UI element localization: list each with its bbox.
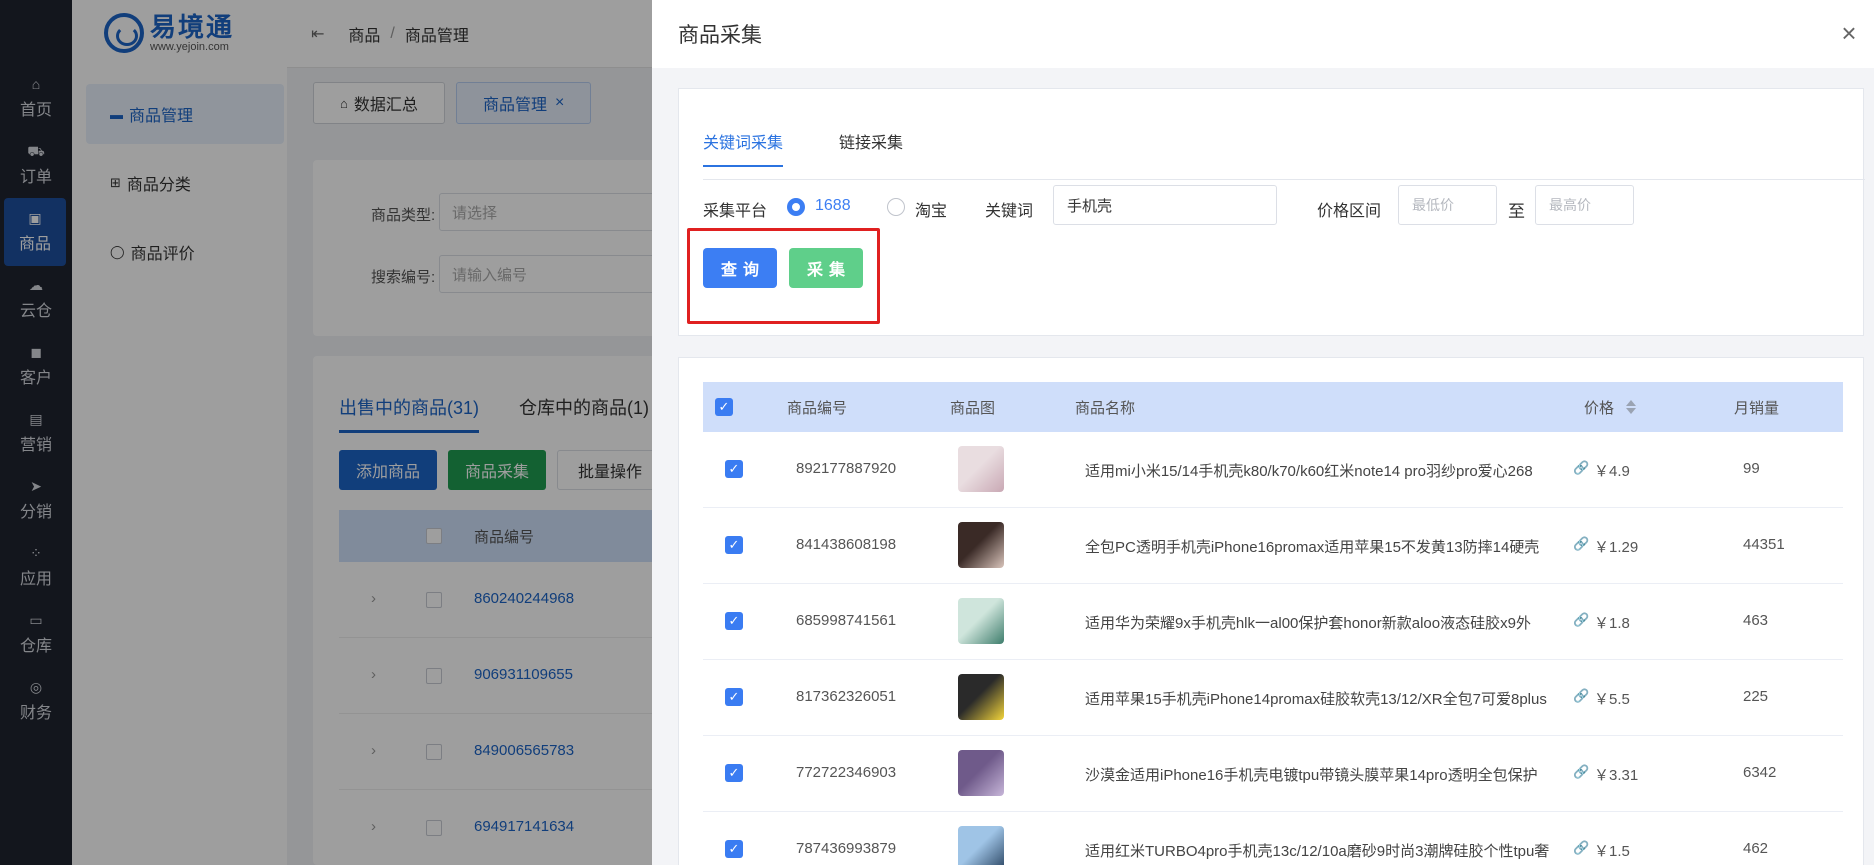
row-checkbox[interactable]: ✓ [725, 840, 743, 858]
max-price-input[interactable]: 最高价 [1535, 185, 1634, 225]
link-icon[interactable]: 🔗 [1573, 460, 1589, 476]
radio-taobao-label[interactable]: 淘宝 [915, 197, 947, 221]
close-icon[interactable]: × [1836, 20, 1862, 46]
product-thumbnail [958, 826, 1004, 865]
product-price: ￥1.29 [1594, 539, 1639, 556]
monthly-sales: 6342 [1743, 764, 1777, 781]
to-label: 至 [1508, 202, 1525, 221]
product-code: 685998741561 [796, 612, 897, 629]
keyword-label: 关键词 [985, 203, 1034, 220]
monthly-sales: 44351 [1743, 536, 1785, 553]
monthly-sales: 99 [1743, 460, 1760, 477]
table-row: ✓ 787436993879 适用红米TURBO4pro手机壳13c/12/10a磨… [703, 812, 1843, 865]
min-price-input[interactable]: 最低价 [1398, 185, 1497, 225]
product-price: ￥4.9 [1594, 463, 1630, 480]
monthly-sales: 225 [1743, 688, 1769, 705]
table-row: ✓ 772722346903 沙漠金适用iPhone16手机壳电镀tpu带镜头膜苹果… [703, 736, 1843, 812]
link-icon[interactable]: 🔗 [1573, 688, 1589, 704]
product-code: 817362326051 [796, 688, 897, 705]
radio-1688[interactable] [787, 198, 805, 216]
table-row: ✓ 892177887920 适用mi小米15/14手机壳k80/k70/k60红米… [703, 432, 1843, 508]
radio-1688-label[interactable]: 1688 [815, 197, 851, 215]
product-price: ￥1.5 [1594, 843, 1630, 860]
platform-label: 采集平台 [703, 203, 768, 220]
highlight-box [687, 228, 880, 324]
product-name: 全包PC透明手机壳iPhone16promax适用苹果15不发黄13防摔14硬壳 [1085, 539, 1540, 556]
drawer-header: 商品采集 × [652, 0, 1874, 68]
product-thumbnail [958, 674, 1004, 720]
product-name: 适用苹果15手机壳iPhone14promax硅胶软壳13/12/XR全包7可爱… [1085, 691, 1547, 708]
product-code: 841438608198 [796, 536, 897, 553]
table-row: ✓ 817362326051 适用苹果15手机壳iPhone14promax硅胶软壳… [703, 660, 1843, 736]
select-all-checkbox[interactable]: ✓ [715, 398, 733, 416]
link-icon[interactable]: 🔗 [1573, 764, 1589, 780]
product-thumbnail [958, 446, 1004, 492]
radio-taobao[interactable] [887, 198, 905, 216]
drawer-title: 商品采集 [678, 24, 762, 47]
row-checkbox[interactable]: ✓ [725, 536, 743, 554]
product-name: 适用mi小米15/14手机壳k80/k70/k60红米note14 pro羽纱p… [1085, 463, 1533, 480]
col-code: 商品编号 [787, 400, 848, 417]
keyword-input[interactable]: 手机壳 [1053, 185, 1277, 225]
product-name: 适用红米TURBO4pro手机壳13c/12/10a磨砂9时尚3潮牌硅胶个性tp… [1085, 843, 1550, 860]
product-code: 787436993879 [796, 840, 897, 857]
product-code: 772722346903 [796, 764, 897, 781]
price-range-label: 价格区间 [1317, 203, 1382, 220]
table-row: ✓ 685998741561 适用华为荣耀9x手机壳hlk一al00保护套honor… [703, 584, 1843, 660]
col-image: 商品图 [950, 400, 996, 417]
product-name: 适用华为荣耀9x手机壳hlk一al00保护套honor新款aloo液态硅胶x9外 [1085, 615, 1531, 632]
row-checkbox[interactable]: ✓ [725, 764, 743, 782]
product-price: ￥1.8 [1594, 615, 1630, 632]
col-price[interactable]: 价格 [1584, 397, 1614, 418]
product-thumbnail [958, 522, 1004, 568]
product-name: 沙漠金适用iPhone16手机壳电镀tpu带镜头膜苹果14pro透明全包保护 [1085, 767, 1538, 784]
row-checkbox[interactable]: ✓ [725, 612, 743, 630]
collect-drawer: 商品采集 × 关键词采集 链接采集 采集平台 1688 淘宝 关键词 手机壳 价… [652, 0, 1874, 865]
product-thumbnail [958, 598, 1004, 644]
product-thumbnail [958, 750, 1004, 796]
table-row: ✓ 841438608198 全包PC透明手机壳iPhone16promax适用苹果… [703, 508, 1843, 584]
row-checkbox[interactable]: ✓ [725, 460, 743, 478]
product-price: ￥3.31 [1594, 767, 1639, 784]
product-code: 892177887920 [796, 460, 897, 477]
col-sales: 月销量 [1734, 400, 1780, 417]
results-panel: ✓ 商品编号 商品图 商品名称 价格 月销量 ✓ 892177887920 适用mi… [678, 357, 1864, 865]
sort-icon[interactable] [1625, 398, 1637, 416]
col-name: 商品名称 [1075, 400, 1136, 417]
link-icon[interactable]: 🔗 [1573, 840, 1589, 856]
results-table-header: ✓ 商品编号 商品图 商品名称 价格 月销量 [703, 382, 1843, 432]
tab-link-collect[interactable]: 链接采集 [839, 129, 903, 165]
product-price: ￥5.5 [1594, 691, 1630, 708]
link-icon[interactable]: 🔗 [1573, 536, 1589, 552]
link-icon[interactable]: 🔗 [1573, 612, 1589, 628]
row-checkbox[interactable]: ✓ [725, 688, 743, 706]
monthly-sales: 463 [1743, 612, 1769, 629]
monthly-sales: 462 [1743, 840, 1769, 857]
tab-keyword-collect[interactable]: 关键词采集 [703, 129, 784, 167]
